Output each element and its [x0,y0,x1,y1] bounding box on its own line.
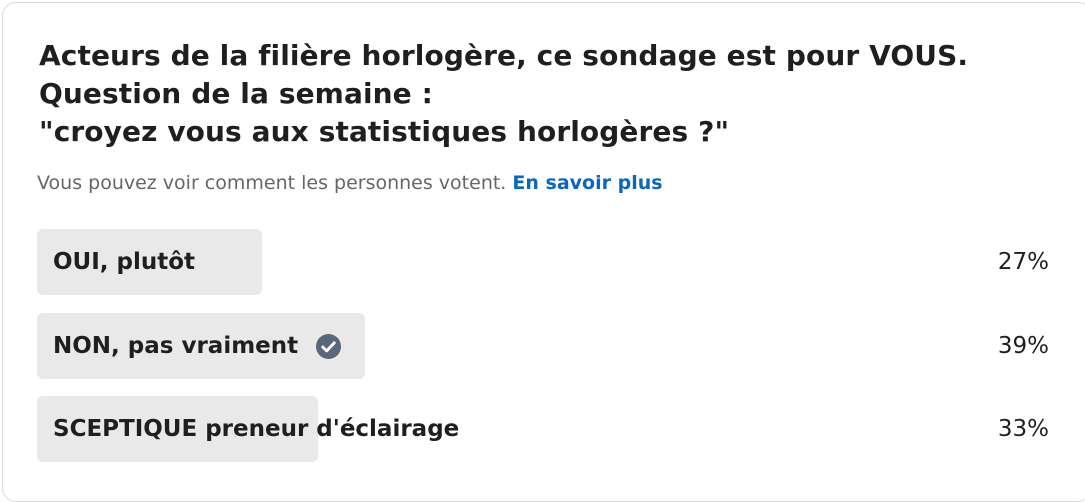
question-line-3: "croyez vous aux statistiques horlogères… [39,115,730,148]
question-line-1: Acteurs de la filière horlogère, ce sond… [39,39,969,72]
visibility-text: Vous pouvez voir comment les personnes v… [37,172,507,194]
poll-option-oui[interactable]: OUI, plutôt 27% [37,229,1049,295]
poll-option-sceptique[interactable]: SCEPTIQUE preneur d'éclairage 33% [37,396,1049,462]
check-circle-icon [316,333,342,359]
question-line-2: Question de la semaine : [39,77,433,110]
poll-visibility-note: Vous pouvez voir comment les personnes v… [37,170,663,196]
learn-more-link[interactable]: En savoir plus [512,172,662,194]
poll-question: Acteurs de la filière horlogère, ce sond… [39,37,1039,151]
option-label: SCEPTIQUE preneur d'éclairage [53,396,459,462]
option-percent: 33% [997,416,1049,442]
poll-option-non[interactable]: NON, pas vraiment 39% [37,313,1049,379]
option-percent: 39% [997,333,1049,359]
option-label: OUI, plutôt [53,229,195,295]
option-label-text: NON, pas vraiment [53,333,299,359]
option-percent: 27% [997,249,1049,275]
option-label-text: OUI, plutôt [53,249,196,275]
option-label-text: SCEPTIQUE preneur d'éclairage [53,416,460,442]
option-label: NON, pas vraiment [53,313,342,379]
